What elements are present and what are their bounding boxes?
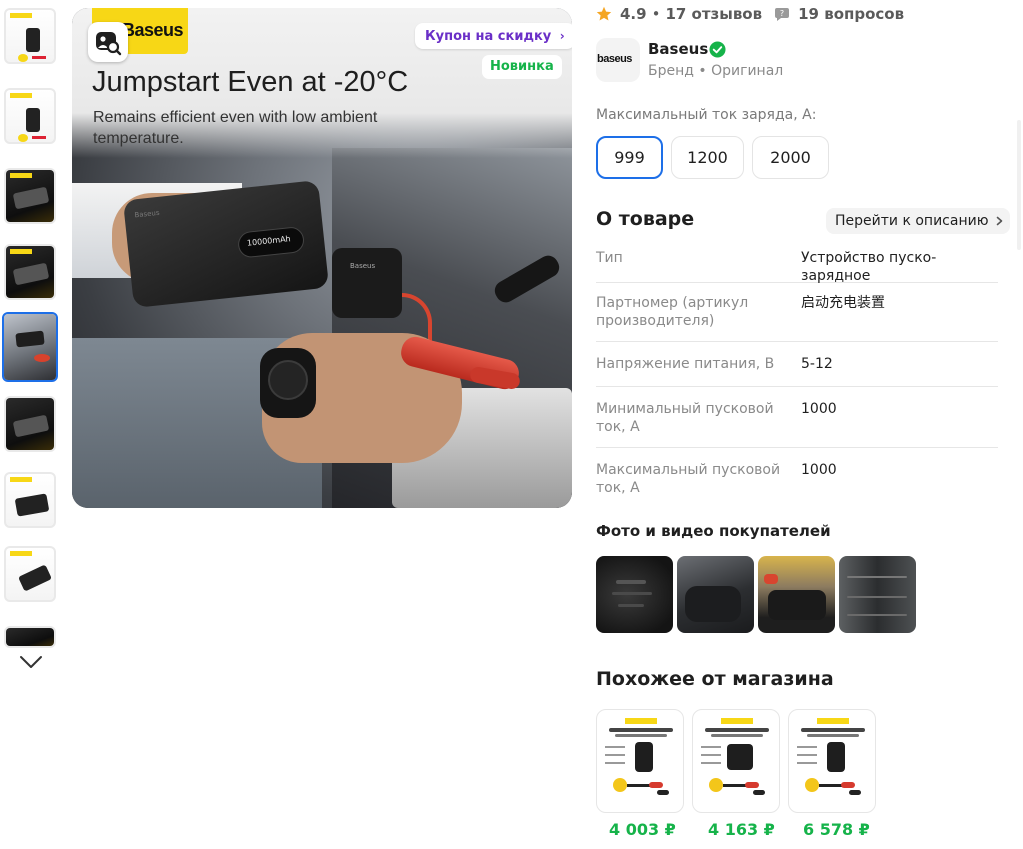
spec-row: Минимальный пусковой ток, А 1000 bbox=[596, 400, 998, 448]
about-title: О товаре bbox=[596, 208, 695, 230]
brand-name[interactable]: Baseus bbox=[648, 40, 708, 58]
brand-subtitle: Бренд • Оригинал bbox=[648, 63, 784, 79]
rating-summary: 4.9 • 17 отзывов ? 19 вопросов bbox=[596, 4, 904, 24]
chevron-down-icon[interactable] bbox=[18, 652, 44, 672]
spec-value: 5-12 bbox=[801, 356, 833, 372]
wristwatch bbox=[260, 348, 316, 418]
customer-video[interactable] bbox=[839, 556, 916, 633]
rating-value: 4.9 bbox=[620, 5, 647, 23]
device-logo: Baseus bbox=[134, 208, 160, 220]
go-to-description-button[interactable]: Перейти к описанию bbox=[826, 208, 1011, 234]
thumbnail-8[interactable] bbox=[4, 546, 56, 602]
customer-photo[interactable] bbox=[596, 556, 673, 633]
image-search-icon bbox=[96, 32, 122, 56]
product-card[interactable] bbox=[596, 709, 684, 813]
product-price[interactable]: 4 163 ₽ bbox=[708, 820, 775, 839]
option-999[interactable]: 999 bbox=[596, 136, 663, 179]
spec-row: Максимальный пусковой ток, А 1000 bbox=[596, 461, 998, 501]
hero-title: Jumpstart Even at -20°C bbox=[92, 66, 409, 98]
questions-icon: ? bbox=[775, 8, 790, 21]
reviews-link[interactable]: 17 отзывов bbox=[665, 5, 762, 23]
chevron-right-icon: › bbox=[559, 29, 565, 43]
thumbnail-4[interactable] bbox=[4, 244, 56, 300]
thumbnail-6[interactable] bbox=[4, 396, 56, 452]
svg-text:?: ? bbox=[780, 9, 784, 18]
spec-row: Тип Устройство пуско-зарядное bbox=[596, 249, 998, 284]
brand-label-text: Baseus bbox=[122, 20, 184, 40]
product-price[interactable]: 6 578 ₽ bbox=[803, 820, 870, 839]
verified-check-icon bbox=[709, 41, 726, 58]
thumbnail-7[interactable] bbox=[4, 472, 56, 528]
device-screen: 10000mAh bbox=[236, 225, 306, 259]
scrollbar[interactable] bbox=[1017, 120, 1021, 250]
go-to-description-label: Перейти к описанию bbox=[835, 213, 989, 229]
customer-photo[interactable] bbox=[758, 556, 835, 633]
chevron-right-icon bbox=[997, 216, 1003, 226]
spec-key: Минимальный пусковой ток, А bbox=[596, 401, 774, 435]
option-label: Максимальный ток заряда, А: bbox=[596, 107, 817, 123]
coupon-label: Купон на скидку bbox=[425, 29, 552, 44]
option-1200[interactable]: 1200 bbox=[671, 136, 744, 179]
coupon-button[interactable]: Купон на скидку › bbox=[415, 23, 572, 49]
spec-value: 1000 bbox=[801, 401, 837, 417]
main-product-image[interactable]: Baseus Jumpstart Even at -20°C Remains e… bbox=[72, 8, 572, 508]
rating-separator: • bbox=[651, 5, 661, 23]
option-2000[interactable]: 2000 bbox=[752, 136, 829, 179]
device-screen-text: 10000mAh bbox=[246, 234, 292, 248]
spec-row: Партномер (артикул производителя) 启动充电装置 bbox=[596, 294, 998, 342]
clamp-logo: Baseus bbox=[350, 262, 376, 270]
spec-key: Напряжение питания, В bbox=[596, 356, 775, 372]
thumbnail-5-active[interactable] bbox=[2, 312, 58, 382]
star-icon bbox=[596, 6, 612, 21]
similar-products-title: Похожее от магазина bbox=[596, 668, 834, 690]
spec-key: Максимальный пусковой ток, А bbox=[596, 462, 781, 496]
jump-starter-device: Baseus 10000mAh bbox=[122, 180, 330, 308]
product-price[interactable]: 4 003 ₽ bbox=[609, 820, 676, 839]
image-search-button[interactable] bbox=[88, 22, 128, 62]
thumbnail-strip bbox=[0, 0, 60, 849]
customer-photo[interactable] bbox=[677, 556, 754, 633]
product-card[interactable] bbox=[692, 709, 780, 813]
spec-row: Напряжение питания, В 5-12 bbox=[596, 355, 998, 387]
brand-logo-text: baseus bbox=[597, 53, 632, 65]
brand-block[interactable]: baseus Baseus Бренд • Оригинал bbox=[596, 38, 1006, 84]
customer-media-title: Фото и видео покупателей bbox=[596, 522, 831, 540]
thumbnail-9[interactable] bbox=[4, 626, 56, 648]
brand-logo[interactable]: baseus bbox=[596, 38, 640, 82]
smart-clamp-box: Baseus bbox=[332, 248, 402, 318]
product-card[interactable] bbox=[788, 709, 876, 813]
spec-value: 启动充电装置 bbox=[801, 295, 885, 311]
thumbnail-1[interactable] bbox=[4, 8, 56, 64]
new-badge: Новинка bbox=[482, 55, 562, 79]
spec-value: 1000 bbox=[801, 462, 837, 478]
questions-link[interactable]: 19 вопросов bbox=[798, 5, 904, 23]
spec-key: Тип bbox=[596, 250, 623, 266]
thumbnail-2[interactable] bbox=[4, 88, 56, 144]
spec-value: Устройство пуско-зарядное bbox=[801, 250, 937, 284]
spec-key: Партномер (артикул производителя) bbox=[596, 295, 749, 329]
thumbnail-3[interactable] bbox=[4, 168, 56, 224]
hero-subtitle: Remains efficient even with low ambient … bbox=[93, 109, 378, 147]
